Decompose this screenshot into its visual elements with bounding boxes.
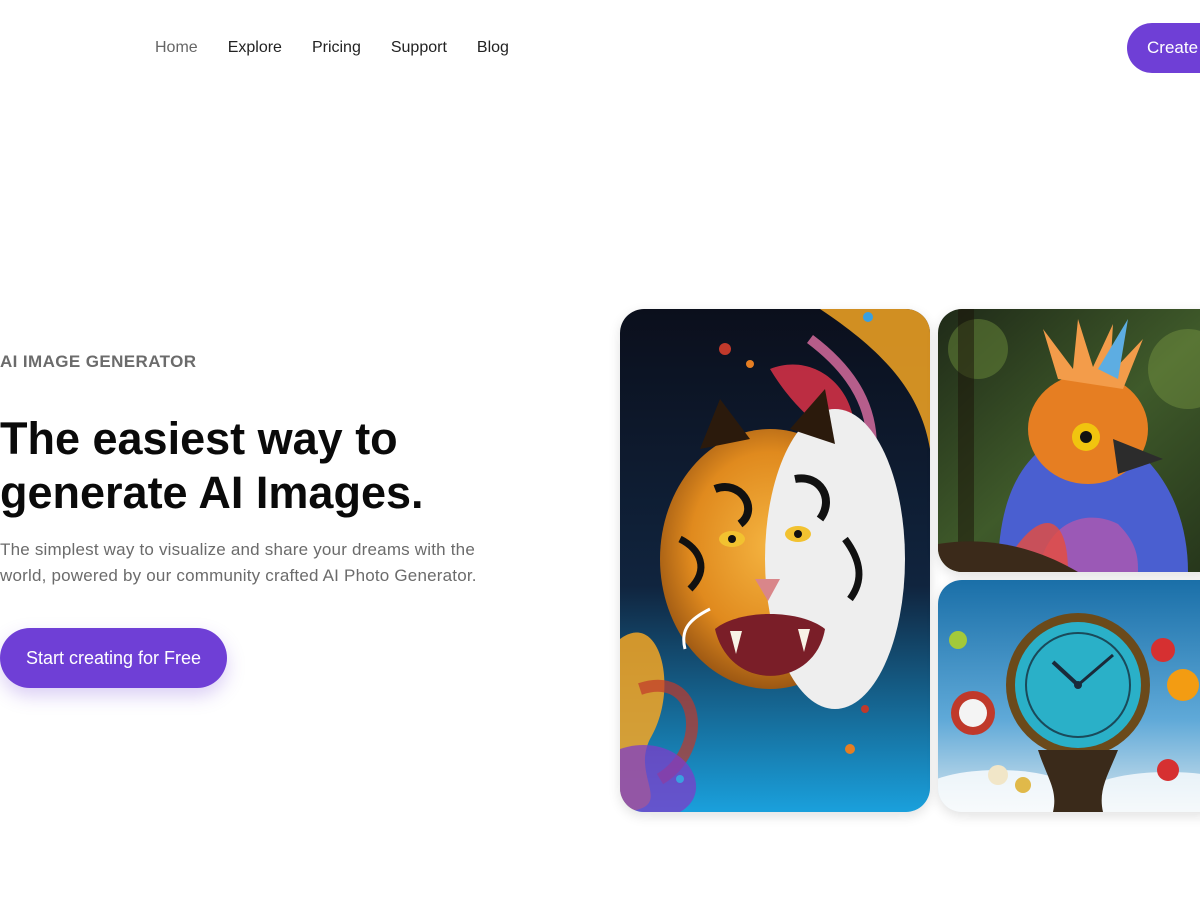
nav-link-explore[interactable]: Explore (228, 38, 282, 58)
nav-link-blog[interactable]: Blog (477, 38, 509, 58)
hero-headline-line2: generate AI Images. (0, 467, 424, 518)
nav-link-home[interactable]: Home (155, 38, 198, 58)
start-creating-button[interactable]: Start creating for Free (0, 628, 227, 688)
gallery-image-tiger[interactable] (620, 309, 930, 812)
create-button[interactable]: Create (1127, 23, 1200, 73)
nav-links: Home Explore Pricing Support Blog (155, 38, 509, 58)
hero-headline-line1: The easiest way to (0, 413, 398, 464)
gallery-image-bird[interactable] (938, 309, 1200, 572)
hero-subtext-line2: world, powered by our community crafted … (0, 566, 477, 585)
hero-headline: The easiest way to generate AI Images. (0, 412, 560, 520)
hero-subtext-line1: The simplest way to visualize and share … (0, 540, 475, 559)
hero-eyebrow: AI IMAGE GENERATOR (0, 352, 197, 371)
hero-subtext: The simplest way to visualize and share … (0, 537, 540, 589)
nav-link-pricing[interactable]: Pricing (312, 38, 361, 58)
gallery-image-clock[interactable] (938, 580, 1200, 812)
tiger-illustration (620, 309, 930, 812)
clock-illustration (938, 580, 1200, 812)
nav-link-support[interactable]: Support (391, 38, 447, 58)
bird-illustration (938, 309, 1200, 572)
